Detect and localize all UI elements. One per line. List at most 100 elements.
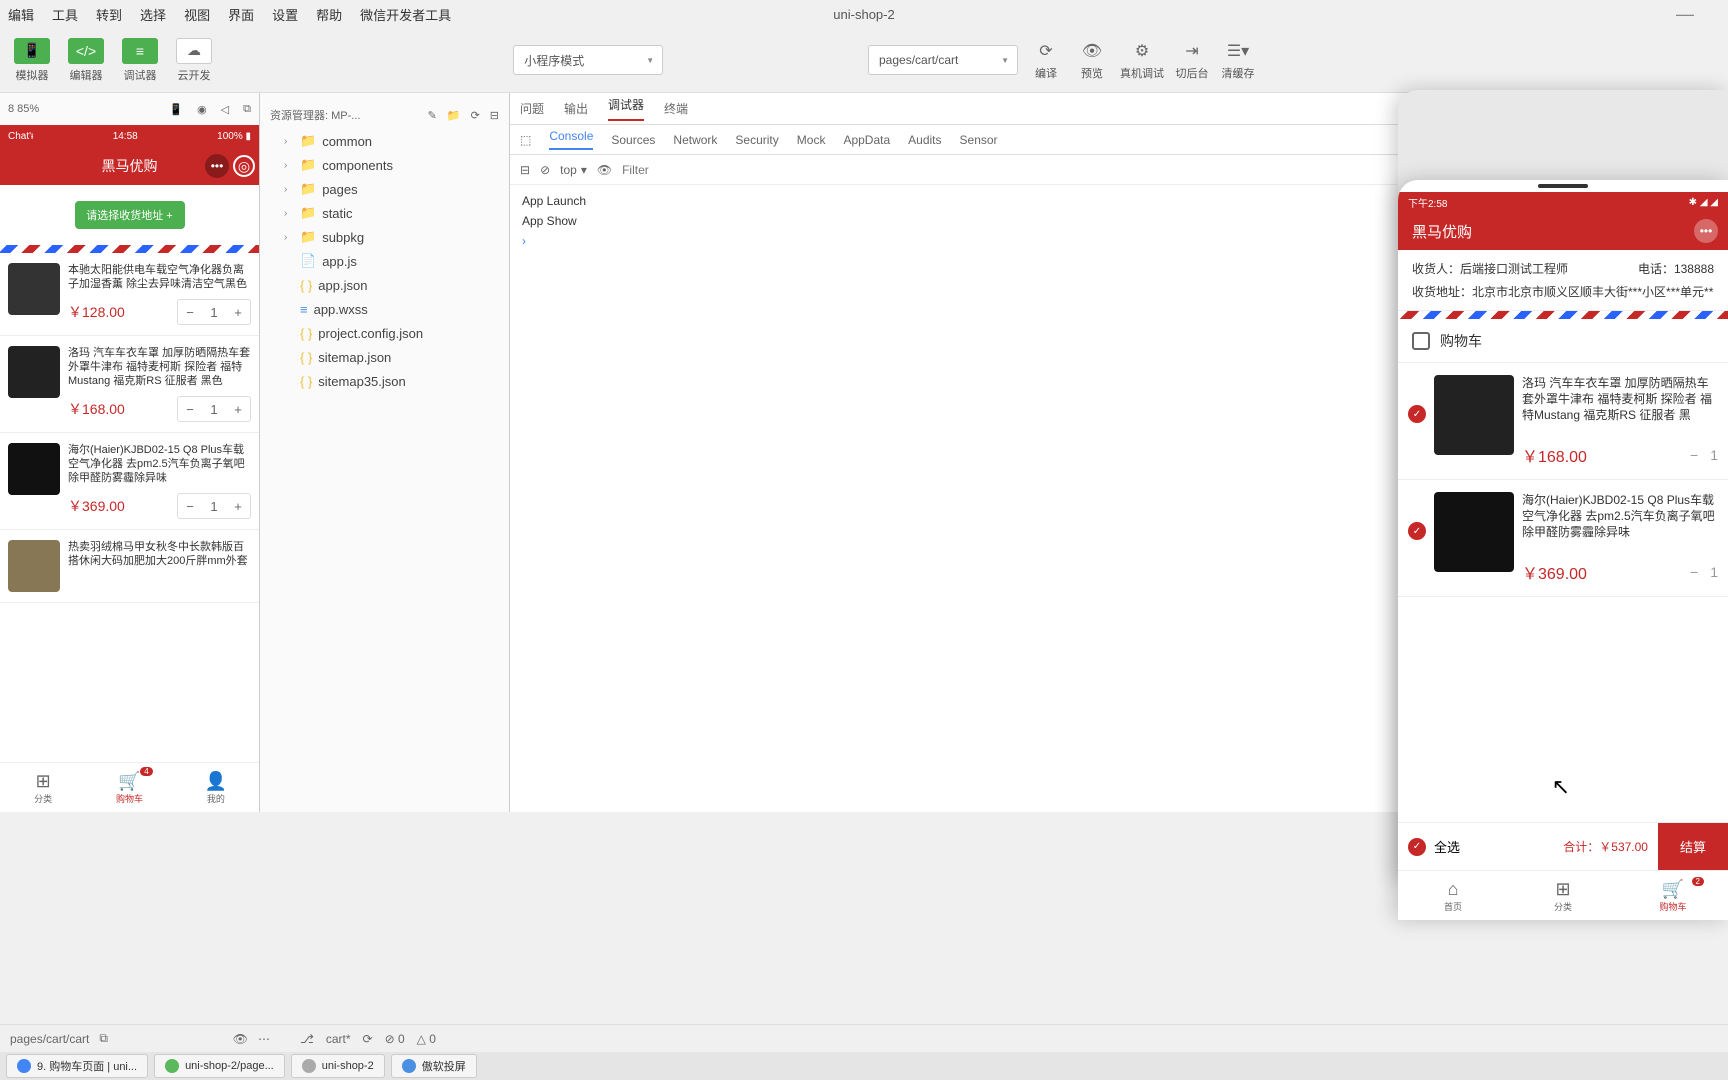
- plus-button[interactable]: +: [226, 300, 250, 324]
- eye-icon[interactable]: 👁: [233, 1032, 248, 1046]
- qty-stepper[interactable]: −1+: [177, 396, 251, 422]
- capsule-close[interactable]: ◎: [233, 155, 255, 177]
- tab-console[interactable]: Console: [549, 129, 593, 150]
- page-select[interactable]: pages/cart/cart: [868, 45, 1018, 75]
- plus-button[interactable]: +: [226, 397, 250, 421]
- qty-stepper[interactable]: −1+: [177, 299, 251, 325]
- sound-icon[interactable]: ◁: [221, 103, 229, 116]
- editor-button[interactable]: </>编辑器: [64, 38, 108, 83]
- select-address-button[interactable]: 请选择收货地址 +: [75, 201, 185, 229]
- branch-icon[interactable]: ⎇: [300, 1032, 314, 1046]
- clear-cache-button[interactable]: ☰▾清缓存: [1220, 40, 1256, 81]
- tab-me[interactable]: 👤我的: [173, 763, 259, 812]
- menu-settings[interactable]: 设置: [272, 5, 298, 24]
- qty-stepper[interactable]: −1: [1690, 447, 1718, 463]
- menu-select[interactable]: 选择: [140, 5, 166, 24]
- device-icon[interactable]: 📱: [169, 103, 183, 116]
- tab-terminal[interactable]: 终端: [664, 100, 688, 117]
- qty-value: 1: [1710, 447, 1718, 463]
- phone-body[interactable]: 请选择收货地址 + 本驰太阳能供电车载空气净化器负离子加湿香薰 除尘去异味清洁空…: [0, 185, 259, 812]
- clear-console-icon[interactable]: ⊘: [540, 163, 550, 177]
- minus-button[interactable]: −: [178, 300, 202, 324]
- cart-item: 本驰太阳能供电车载空气净化器负离子加湿香薰 除尘去异味清洁空气黑色 ￥128.0…: [0, 253, 259, 336]
- warnings[interactable]: △ 0: [417, 1032, 436, 1046]
- compile-button[interactable]: ⟳编译: [1028, 40, 1064, 81]
- task-item[interactable]: uni-shop-2/page...: [154, 1054, 285, 1078]
- debugger-button[interactable]: ≡调试器: [118, 38, 162, 83]
- collapse-icon[interactable]: ⊟: [490, 109, 499, 122]
- plus-button[interactable]: +: [226, 494, 250, 518]
- eye-icon[interactable]: 👁: [597, 163, 612, 177]
- simulator-button[interactable]: 📱模拟器: [10, 38, 54, 83]
- tree-folder[interactable]: ›📁pages: [260, 177, 509, 201]
- real-device-button[interactable]: ⚙真机调试: [1120, 40, 1164, 81]
- tab-cart[interactable]: 🛒购物车2: [1618, 871, 1728, 920]
- new-file-icon[interactable]: ✎: [428, 109, 437, 122]
- mode-select[interactable]: 小程序模式: [513, 45, 663, 75]
- inspect-icon[interactable]: ⬚: [520, 133, 531, 147]
- preview-button[interactable]: 👁预览: [1074, 40, 1110, 81]
- task-item[interactable]: 9. 购物车页面 | uni...: [6, 1054, 148, 1078]
- tab-network[interactable]: Network: [673, 133, 717, 147]
- errors[interactable]: ⊘ 0: [385, 1032, 405, 1046]
- minus-button[interactable]: −: [178, 397, 202, 421]
- menu-goto[interactable]: 转到: [96, 5, 122, 24]
- task-item[interactable]: 傲软投屏: [391, 1054, 477, 1078]
- tab-appdata[interactable]: AppData: [843, 133, 890, 147]
- sync-icon[interactable]: ⟳: [363, 1032, 373, 1046]
- menu-edit[interactable]: 编辑: [8, 5, 34, 24]
- more-icon[interactable]: ⋯: [258, 1032, 270, 1046]
- tree-file[interactable]: 📄app.js: [260, 249, 509, 273]
- carrier-label: Chat'ᵻ: [8, 131, 33, 142]
- menu-interface[interactable]: 界面: [228, 5, 254, 24]
- menu-help[interactable]: 帮助: [316, 5, 342, 24]
- tab-sensor[interactable]: Sensor: [960, 133, 998, 147]
- select-all-checkbox[interactable]: ✓: [1408, 838, 1426, 856]
- capsule-menu[interactable]: •••: [205, 154, 229, 178]
- refresh-icon[interactable]: ⟳: [471, 109, 480, 122]
- tree-file[interactable]: { }project.config.json: [260, 321, 509, 345]
- tab-category[interactable]: ⊞分类: [0, 763, 86, 812]
- menu-tools[interactable]: 工具: [52, 5, 78, 24]
- copy-path-icon[interactable]: ⧉: [99, 1031, 108, 1046]
- item-checkbox[interactable]: ✓: [1408, 405, 1426, 423]
- sidebar-toggle-icon[interactable]: ⊟: [520, 163, 530, 177]
- tree-folder[interactable]: ›📁subpkg: [260, 225, 509, 249]
- tab-output[interactable]: 输出: [564, 100, 588, 117]
- task-item[interactable]: uni-shop-2: [291, 1054, 385, 1078]
- tab-home[interactable]: ⌂首页: [1398, 871, 1508, 920]
- tab-debugger[interactable]: 调试器: [608, 96, 644, 121]
- window-minimize[interactable]: —: [1676, 4, 1694, 25]
- tab-problems[interactable]: 问题: [520, 100, 544, 117]
- record-icon[interactable]: ◉: [197, 103, 207, 116]
- menu-wxdev[interactable]: 微信开发者工具: [360, 5, 451, 24]
- new-folder-icon[interactable]: 📁: [447, 109, 461, 122]
- device-menu[interactable]: •••: [1694, 219, 1718, 243]
- minus-button[interactable]: −: [178, 494, 202, 518]
- cloud-button[interactable]: ☁云开发: [172, 38, 216, 83]
- qty-stepper[interactable]: −1: [1690, 564, 1718, 580]
- tab-sources[interactable]: Sources: [611, 133, 655, 147]
- tree-file[interactable]: { }app.json: [260, 273, 509, 297]
- tab-audits[interactable]: Audits: [908, 133, 941, 147]
- checkout-button[interactable]: 结算: [1658, 823, 1728, 871]
- tab-mock[interactable]: Mock: [797, 133, 826, 147]
- tree-folder[interactable]: ›📁components: [260, 153, 509, 177]
- minus-button[interactable]: −: [1690, 447, 1698, 463]
- tree-file[interactable]: { }sitemap.json: [260, 345, 509, 369]
- address-card[interactable]: 收货人：后端接口测试工程师 电话：138888 收货地址：北京市北京市顺义区顺丰…: [1398, 250, 1728, 311]
- minus-button[interactable]: −: [1690, 564, 1698, 580]
- tree-file[interactable]: ≡app.wxss: [260, 297, 509, 321]
- tree-folder[interactable]: ›📁common: [260, 129, 509, 153]
- background-button[interactable]: ⇥切后台: [1174, 40, 1210, 81]
- item-checkbox[interactable]: ✓: [1408, 522, 1426, 540]
- tree-file[interactable]: { }sitemap35.json: [260, 369, 509, 393]
- qty-stepper[interactable]: −1+: [177, 493, 251, 519]
- tab-security[interactable]: Security: [735, 133, 778, 147]
- tab-cart[interactable]: 🛒购物车4: [86, 763, 172, 812]
- context-select[interactable]: top ▾: [560, 163, 587, 177]
- copy-icon[interactable]: ⧉: [243, 103, 251, 116]
- tab-category[interactable]: ⊞分类: [1508, 871, 1618, 920]
- menu-view[interactable]: 视图: [184, 5, 210, 24]
- tree-folder[interactable]: ›📁static: [260, 201, 509, 225]
